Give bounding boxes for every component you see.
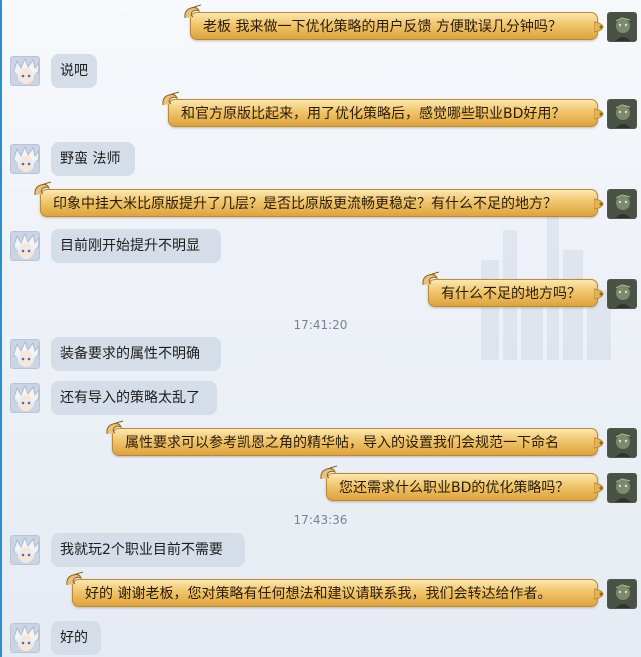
outgoing-message: 有什么不足的地方吗？ — [0, 271, 641, 313]
agent-avatar-icon[interactable] — [607, 279, 637, 309]
agent-avatar-icon[interactable] — [607, 473, 637, 503]
message-text: 野蛮 法师 — [60, 151, 121, 167]
message-text: 印象中挂大米比原版提升了几层？是否比原版更流畅更稳定？有什么不足的地方？ — [53, 196, 557, 212]
message-text: 您还需求什么职业BD的优化策略吗？ — [339, 480, 570, 496]
agent-avatar-icon[interactable] — [607, 99, 637, 129]
user-avatar-icon[interactable] — [10, 56, 40, 86]
message-bubble: 和官方原版比起来，用了优化策略后，感觉哪些职业BD好用？ — [162, 91, 604, 127]
agent-avatar-icon[interactable] — [607, 428, 637, 458]
message-bubble: 好的 谢谢老板，您对策略有任何想法和建议请联系我，我们会转达给作者。 — [66, 571, 604, 607]
message-text: 老板 我来做一下优化策略的用户反馈 方便耽误几分钟吗？ — [203, 19, 562, 35]
timestamp: 17:43:36 — [293, 513, 348, 527]
message-text: 属性要求可以参考凯恩之角的精华帖，导入的设置我们会规范一下命名 — [125, 435, 559, 451]
message-bubble: 目前刚开始提升不明显 — [51, 229, 221, 263]
bubble-tail-icon — [594, 108, 604, 120]
message-bubble: 我就玩2个职业目前不需要 — [51, 533, 245, 567]
timestamp: 17:41:20 — [293, 318, 348, 332]
incoming-message: 目前刚开始提升不明显 — [0, 229, 641, 263]
incoming-message: 我就玩2个职业目前不需要 — [0, 533, 641, 567]
message-text: 和官方原版比起来，用了优化策略后，感觉哪些职业BD好用？ — [181, 106, 566, 122]
scroll-curl-icon — [66, 571, 84, 586]
message-text: 有什么不足的地方吗？ — [441, 286, 581, 302]
outgoing-message: 好的 谢谢老板，您对策略有任何想法和建议请联系我，我们会转达给作者。 — [0, 571, 641, 613]
bubble-tail-icon — [594, 21, 604, 33]
message-text: 我就玩2个职业目前不需要 — [60, 542, 223, 558]
message-bubble: 您还需求什么职业BD的优化策略吗？ — [320, 465, 604, 501]
incoming-message: 还有导入的策略太乱了 — [0, 381, 641, 415]
incoming-message: 说吧 — [0, 54, 641, 88]
bubble-tail-icon — [594, 588, 604, 600]
message-bubble: 野蛮 法师 — [51, 142, 135, 176]
message-text: 说吧 — [60, 63, 88, 79]
bubble-tail-icon — [594, 288, 604, 300]
message-bubble: 装备要求的属性不明确 — [51, 337, 221, 371]
bubble-tail-icon — [594, 198, 604, 210]
outgoing-message: 印象中挂大米比原版提升了几层？是否比原版更流畅更稳定？有什么不足的地方？ — [0, 181, 641, 223]
user-avatar-icon[interactable] — [10, 383, 40, 413]
bubble-tail-icon — [594, 437, 604, 449]
message-bubble: 有什么不足的地方吗？ — [422, 271, 604, 307]
incoming-message: 装备要求的属性不明确 — [0, 337, 641, 371]
message-text: 好的 谢谢老板，您对策略有任何想法和建议请联系我，我们会转达给作者。 — [85, 586, 552, 602]
message-text: 还有导入的策略太乱了 — [60, 390, 200, 406]
scroll-curl-icon — [34, 181, 52, 196]
message-bubble: 印象中挂大米比原版提升了几层？是否比原版更流畅更稳定？有什么不足的地方？ — [34, 181, 604, 217]
agent-avatar-icon[interactable] — [607, 579, 637, 609]
message-bubble: 属性要求可以参考凯恩之角的精华帖，导入的设置我们会规范一下命名 — [106, 420, 604, 456]
user-avatar-icon[interactable] — [10, 144, 40, 174]
outgoing-message: 老板 我来做一下优化策略的用户反馈 方便耽误几分钟吗？ — [0, 4, 641, 46]
outgoing-message: 您还需求什么职业BD的优化策略吗？ — [0, 465, 641, 507]
agent-avatar-icon[interactable] — [607, 12, 637, 42]
scroll-curl-icon — [162, 91, 180, 106]
user-avatar-icon[interactable] — [10, 535, 40, 565]
message-bubble: 好的 — [51, 621, 101, 655]
scroll-curl-icon — [422, 271, 440, 286]
message-text: 好的 — [60, 630, 88, 646]
message-bubble: 还有导入的策略太乱了 — [51, 381, 217, 415]
message-text: 目前刚开始提升不明显 — [60, 238, 200, 254]
outgoing-message: 和官方原版比起来，用了优化策略后，感觉哪些职业BD好用？ — [0, 91, 641, 133]
outgoing-message: 属性要求可以参考凯恩之角的精华帖，导入的设置我们会规范一下命名 — [0, 420, 641, 462]
agent-avatar-icon[interactable] — [607, 189, 637, 219]
user-avatar-icon[interactable] — [10, 339, 40, 369]
incoming-message: 好的 — [0, 621, 641, 655]
scroll-curl-icon — [184, 4, 202, 19]
user-avatar-icon[interactable] — [10, 231, 40, 261]
message-bubble: 说吧 — [51, 54, 97, 88]
bubble-tail-icon — [594, 482, 604, 494]
user-avatar-icon[interactable] — [10, 623, 40, 653]
scroll-curl-icon — [106, 420, 124, 435]
incoming-message: 野蛮 法师 — [0, 142, 641, 176]
message-bubble: 老板 我来做一下优化策略的用户反馈 方便耽误几分钟吗？ — [184, 4, 604, 40]
scroll-curl-icon — [320, 465, 338, 480]
message-text: 装备要求的属性不明确 — [60, 346, 200, 362]
